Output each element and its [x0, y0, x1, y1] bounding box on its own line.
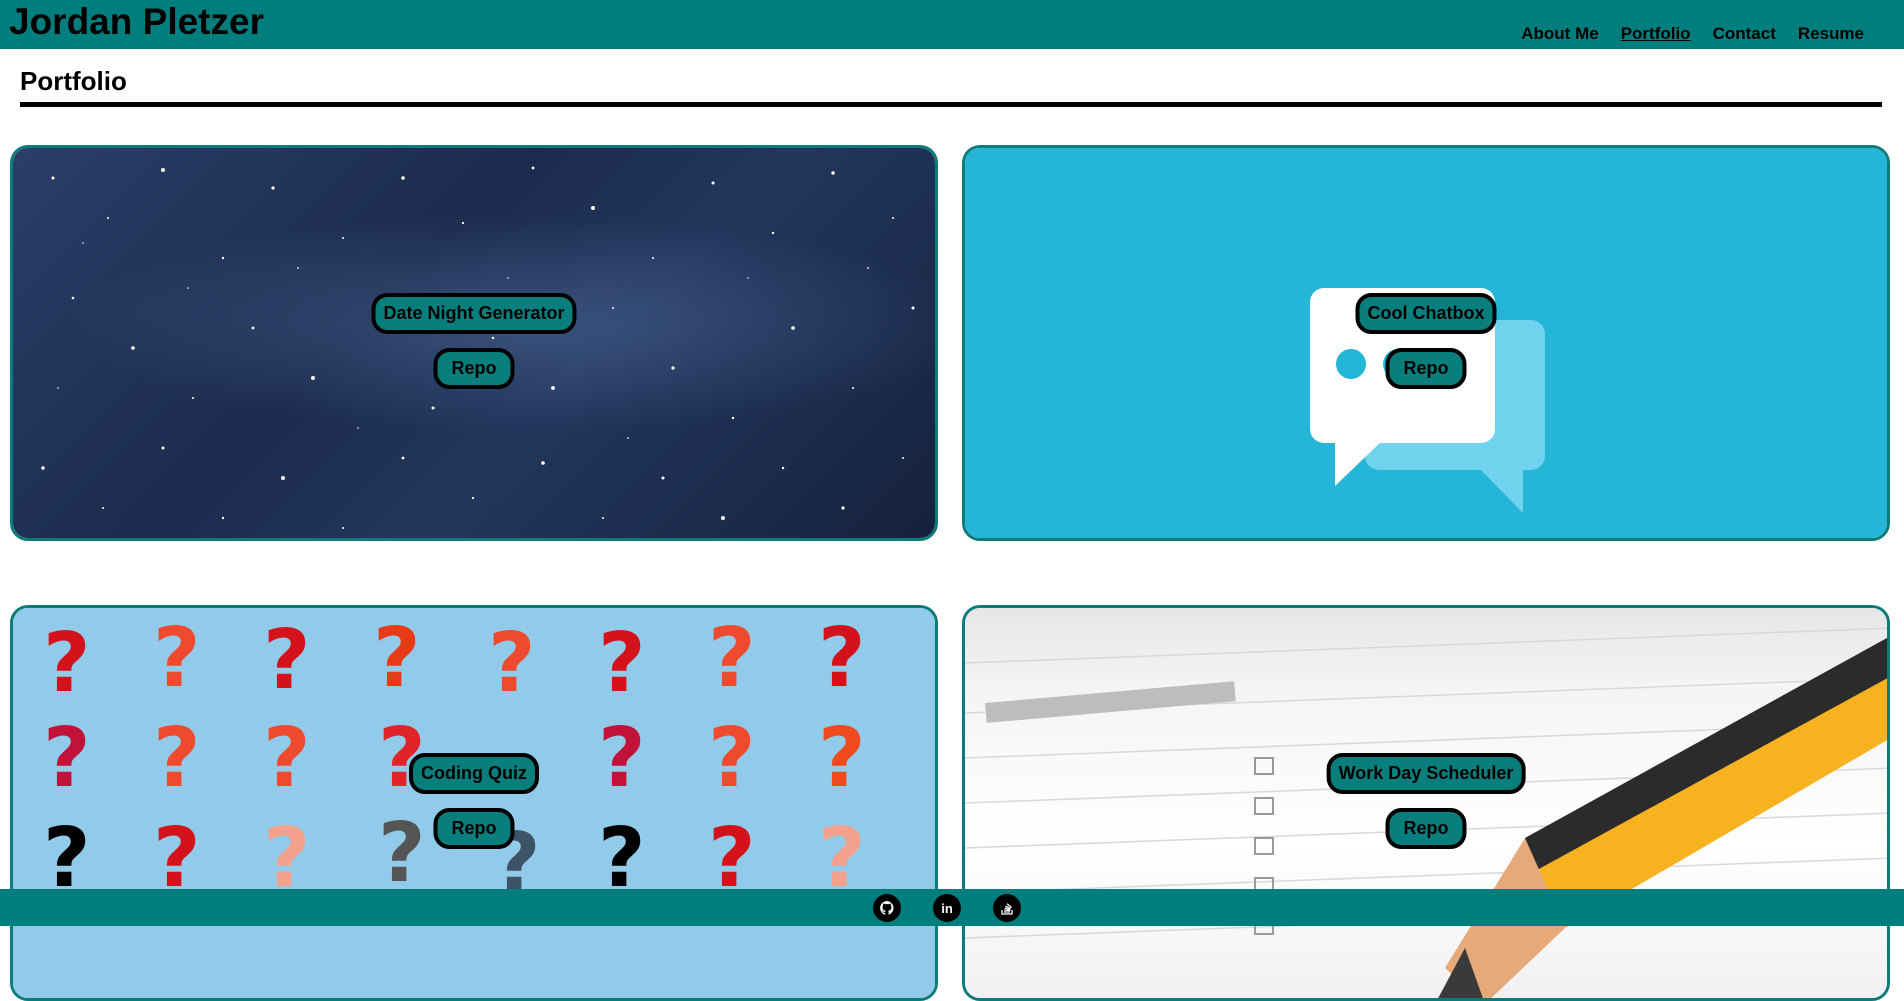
repo-button[interactable]: Repo	[433, 808, 515, 849]
repo-button[interactable]: Repo	[1385, 348, 1467, 389]
nav-about-me[interactable]: About Me	[1521, 24, 1598, 44]
question-mark-icon: ?	[378, 806, 426, 901]
repo-button[interactable]: Repo	[433, 348, 515, 389]
question-mark-icon: ?	[153, 711, 201, 806]
chat-bubbles-icon	[1310, 288, 1545, 513]
question-mark-icon: ?	[43, 711, 91, 806]
question-mark-icon: ?	[153, 811, 201, 906]
site-header: Jordan Pletzer About Me Portfolio Contac…	[0, 0, 1904, 49]
question-mark-icon: ?	[598, 811, 646, 906]
project-card-chatbox: Cool Chatbox Repo	[962, 145, 1890, 541]
question-mark-icon: ?	[43, 616, 91, 711]
question-mark-icon: ?	[488, 616, 536, 711]
question-marks-image: ? ? ? ? ? ? ? ? ? ? ? ? ? ? ? ? ? ? ? ? …	[13, 608, 935, 998]
question-mark-icon: ?	[153, 611, 201, 706]
question-mark-icon: ?	[708, 611, 756, 706]
section-title: Portfolio	[20, 66, 127, 96]
project-name-button[interactable]: Date Night Generator	[371, 293, 577, 334]
stack-overflow-icon[interactable]	[993, 894, 1021, 922]
nav-portfolio[interactable]: Portfolio	[1621, 24, 1691, 44]
chat-bubbles-image	[965, 148, 1887, 538]
question-mark-icon: ?	[263, 811, 311, 906]
repo-button[interactable]: Repo	[1385, 808, 1467, 849]
project-card-date-night: Date Night Generator Repo	[10, 145, 938, 541]
project-name-button[interactable]: Work Day Scheduler	[1326, 753, 1526, 794]
question-mark-icon: ?	[598, 711, 646, 806]
nav-contact[interactable]: Contact	[1713, 24, 1776, 44]
project-card-work-day-scheduler: Work Day Scheduler Repo	[962, 605, 1890, 1001]
question-mark-icon: ?	[373, 611, 421, 706]
question-mark-icon: ?	[708, 711, 756, 806]
question-mark-icon: ?	[263, 711, 311, 806]
site-title: Jordan Pletzer	[9, 1, 264, 42]
question-mark-icon: ?	[263, 613, 311, 708]
schedule-sheet-image	[965, 608, 1887, 998]
question-mark-icon: ?	[818, 711, 866, 806]
starry-sky-image	[13, 148, 935, 538]
nav-resume[interactable]: Resume	[1798, 24, 1864, 44]
linkedin-icon[interactable]: in	[933, 894, 961, 922]
project-name-button[interactable]: Cool Chatbox	[1355, 293, 1497, 334]
stars-overlay	[41, 166, 915, 529]
question-mark-icon: ?	[818, 611, 866, 706]
question-mark-icon: ?	[598, 616, 646, 711]
project-name-button[interactable]: Coding Quiz	[409, 753, 539, 794]
site-footer: in	[0, 889, 1904, 926]
section-divider	[20, 102, 1882, 107]
project-card-coding-quiz: ? ? ? ? ? ? ? ? ? ? ? ? ? ? ? ? ? ? ? ? …	[10, 605, 938, 1001]
github-icon[interactable]	[873, 894, 901, 922]
question-mark-icon: ?	[708, 811, 756, 906]
schedule-sheet-drawing	[965, 627, 1887, 998]
question-mark-icon: ?	[43, 811, 91, 906]
main-nav: About Me Portfolio Contact Resume	[1499, 24, 1864, 44]
question-mark-icon: ?	[818, 811, 866, 906]
